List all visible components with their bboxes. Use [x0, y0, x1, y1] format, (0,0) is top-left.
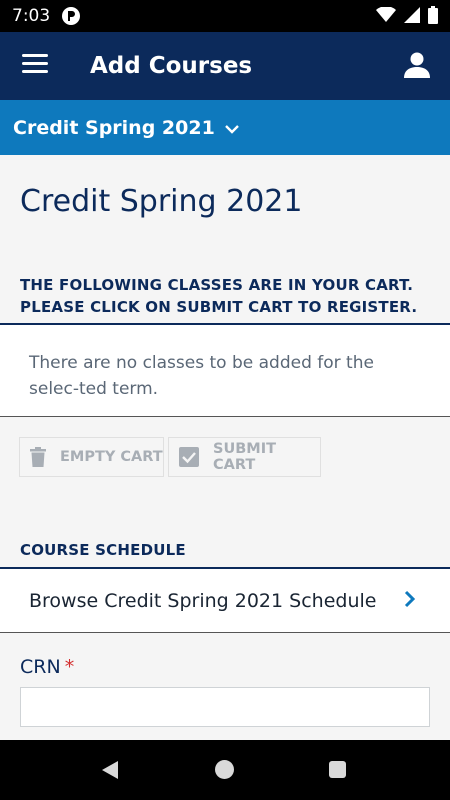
- crn-label-text: CRN: [20, 656, 61, 678]
- submit-cart-button[interactable]: SUBMIT CART: [168, 437, 321, 477]
- crn-label: CRN *: [20, 656, 74, 678]
- recents-icon[interactable]: [329, 761, 346, 778]
- submit-cart-label: SUBMIT CART: [213, 441, 276, 473]
- battery-icon: [428, 6, 438, 28]
- page-title: Credit Spring 2021: [20, 184, 303, 219]
- cellular-icon: [404, 7, 420, 27]
- term-bar: Credit Spring 2021: [0, 100, 450, 155]
- p-icon: [62, 7, 81, 25]
- chevron-down-icon: [224, 117, 239, 139]
- back-icon[interactable]: [100, 760, 120, 784]
- system-nav-bar: [0, 740, 450, 800]
- person-icon[interactable]: [402, 50, 432, 80]
- home-icon[interactable]: [215, 760, 234, 779]
- required-mark: *: [64, 656, 75, 678]
- empty-cart-button[interactable]: EMPTY CART: [19, 437, 164, 477]
- chevron-right-icon: [404, 590, 416, 612]
- empty-cart-label: EMPTY CART: [60, 449, 163, 465]
- course-schedule-heading: COURSE SCHEDULE: [20, 541, 186, 559]
- cart-empty-message: There are no classes to be added for the…: [29, 353, 374, 399]
- browse-schedule-row[interactable]: Browse Credit Spring 2021 Schedule: [0, 567, 450, 633]
- status-bar: 7:03: [0, 0, 450, 32]
- status-time: 7:03: [12, 6, 51, 26]
- browse-schedule-label: Browse Credit Spring 2021 Schedule: [29, 590, 377, 612]
- status-indicators: [376, 6, 438, 28]
- app-bar: Add Courses: [0, 32, 450, 100]
- app-title: Add Courses: [90, 53, 253, 79]
- crn-input[interactable]: [20, 687, 430, 727]
- term-selector[interactable]: Credit Spring 2021: [13, 117, 239, 139]
- cart-heading: THE FOLLOWING CLASSES ARE IN YOUR CART. …: [20, 276, 418, 316]
- hamburger-menu-icon[interactable]: [22, 54, 48, 78]
- cart-panel: There are no classes to be added for the…: [0, 323, 450, 417]
- trash-icon: [30, 447, 46, 467]
- term-selector-label: Credit Spring 2021: [13, 116, 215, 139]
- wifi-icon: [376, 6, 396, 27]
- checkbox-checked-icon: [179, 447, 199, 467]
